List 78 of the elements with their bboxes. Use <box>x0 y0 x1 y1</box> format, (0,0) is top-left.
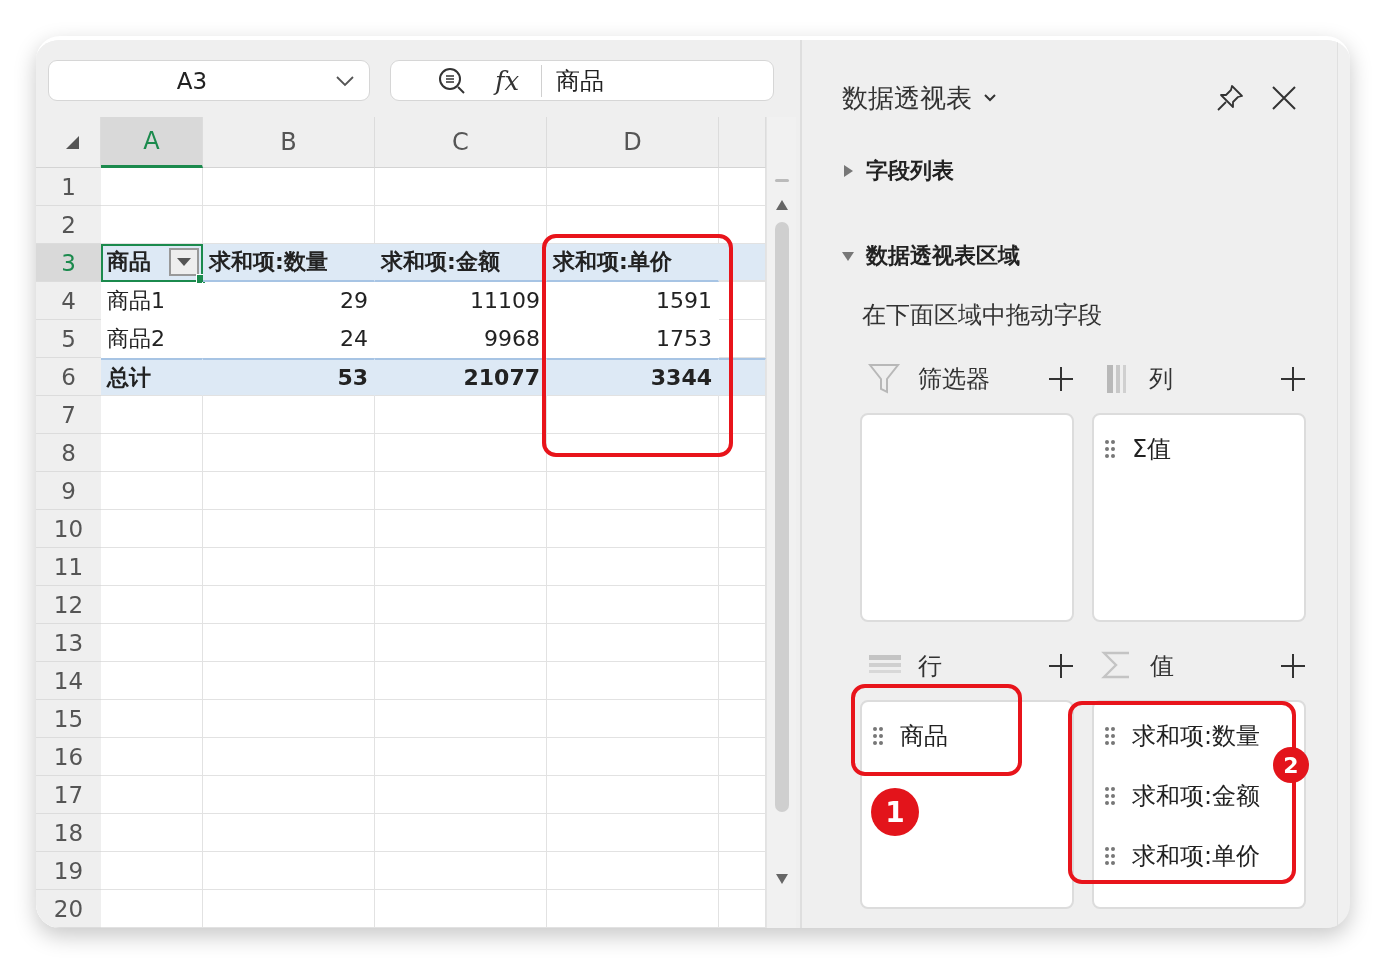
row-header[interactable]: 7 <box>36 396 101 434</box>
chevron-down-icon <box>335 74 355 87</box>
table-cell: 求和项:金额 <box>375 244 547 282</box>
add-icon[interactable] <box>1280 366 1306 392</box>
row-header[interactable]: 17 <box>36 776 101 814</box>
area-label: 筛选器 <box>918 364 990 395</box>
add-icon[interactable] <box>1048 366 1074 392</box>
drop-area[interactable]: Σ值 <box>1092 413 1306 622</box>
function-label[interactable]: fx <box>495 65 520 96</box>
select-all-icon[interactable] <box>64 134 80 150</box>
drag-handle-icon <box>872 726 884 746</box>
section-header[interactable]: 数据透视表区域 <box>842 239 1337 273</box>
triangle-right-icon <box>842 165 854 177</box>
scroll-up-icon[interactable] <box>775 200 788 210</box>
formula-field[interactable]: fx 商品 <box>390 60 774 101</box>
add-icon[interactable] <box>1048 653 1074 679</box>
scroll-dash-icon <box>774 179 789 182</box>
column-header[interactable]: D <box>547 117 719 168</box>
row-header[interactable]: 5 <box>36 320 101 358</box>
column-header[interactable]: B <box>203 117 375 168</box>
drag-handle-icon <box>1104 439 1116 459</box>
close-icon[interactable] <box>1271 85 1297 111</box>
row-header[interactable]: 8 <box>36 434 101 472</box>
area-label: 列 <box>1149 364 1173 395</box>
drag-handle-icon <box>1104 726 1116 746</box>
filter-icon <box>868 362 902 396</box>
field-item[interactable]: 求和项:数量 <box>1094 706 1261 766</box>
table-cell: 3344 <box>547 358 719 396</box>
table-cell: 53 <box>203 358 375 396</box>
row-header[interactable]: 2 <box>36 206 101 244</box>
field-item[interactable]: 求和项:金额 <box>1094 766 1261 826</box>
drag-handle-icon <box>1104 846 1116 866</box>
table-cell: 求和项:数量 <box>203 244 375 282</box>
add-icon[interactable] <box>1280 653 1306 679</box>
hint-text: 在下面区域中拖动字段 <box>862 300 1103 331</box>
row-header[interactable]: 20 <box>36 890 101 928</box>
row-header[interactable]: 18 <box>36 814 101 852</box>
row-header[interactable]: 15 <box>36 700 101 738</box>
table-cell: 1591 <box>547 282 719 320</box>
scroll-down-icon[interactable] <box>775 874 788 884</box>
field-item[interactable]: Σ值 <box>1094 419 1172 479</box>
drag-handle-icon <box>1104 786 1116 806</box>
row-header[interactable]: 12 <box>36 586 101 624</box>
row-header[interactable]: 13 <box>36 624 101 662</box>
scrollbar-thumb[interactable] <box>774 222 789 812</box>
table-cell: 29 <box>203 282 375 320</box>
row-header[interactable]: 4 <box>36 282 101 320</box>
dropdown-button[interactable] <box>169 248 199 276</box>
caret-icon <box>177 258 191 266</box>
row-header[interactable]: 14 <box>36 662 101 700</box>
column-header[interactable]: C <box>375 117 547 168</box>
zoom-icon[interactable] <box>437 65 467 96</box>
row-header[interactable]: 10 <box>36 510 101 548</box>
table-cell: 11109 <box>375 282 547 320</box>
section-header[interactable]: 字段列表 <box>842 154 1337 188</box>
table-cell: 21077 <box>375 358 547 396</box>
area-label: 行 <box>918 651 942 682</box>
table-cell: 总计 <box>101 358 203 396</box>
row-header[interactable]: 1 <box>36 168 101 206</box>
table-cell <box>719 358 766 396</box>
row-header[interactable]: 19 <box>36 852 101 890</box>
table-cell: 求和项:单价 <box>547 244 719 282</box>
table-cell <box>719 244 766 282</box>
area-label: 值 <box>1150 651 1174 682</box>
row-header[interactable]: 16 <box>36 738 101 776</box>
field-item[interactable]: 商品 <box>862 706 948 766</box>
chevron-down-icon <box>984 94 996 102</box>
field-item[interactable]: 求和项:单价 <box>1094 826 1261 886</box>
row-header[interactable]: 11 <box>36 548 101 586</box>
table-cell: 商品1 <box>101 282 203 320</box>
table-cell: 商品 <box>101 244 203 282</box>
row-header[interactable]: 9 <box>36 472 101 510</box>
pin-icon[interactable] <box>1215 83 1245 113</box>
panel-title-menu[interactable]: 数据透视表 <box>842 80 996 116</box>
columns-icon <box>1107 365 1126 393</box>
triangle-down-icon <box>842 250 854 262</box>
name-box[interactable]: A3 <box>48 60 370 101</box>
row-header[interactable]: 6 <box>36 358 101 396</box>
